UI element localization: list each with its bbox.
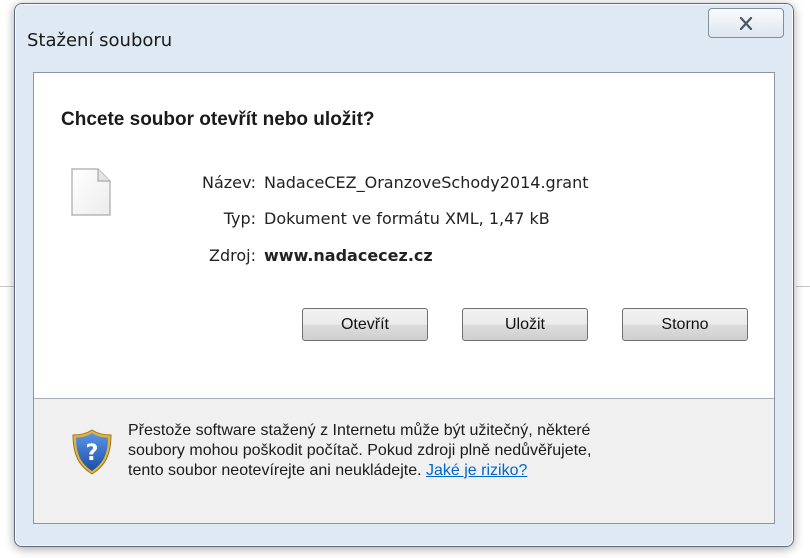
window-title: Stažení souboru [27, 30, 173, 51]
warning-line-3-text: tento soubor neotevírejte ani neukládejt… [128, 462, 422, 479]
security-warning-text: Přestože software stažený z Internetu mů… [128, 421, 758, 481]
type-label: Typ: [223, 209, 256, 228]
dialog-content: Chcete soubor otevřít nebo uložit? Název… [33, 72, 775, 524]
shield-question-icon: ? [72, 429, 112, 475]
open-button[interactable]: Otevřít [302, 308, 428, 341]
svg-text:?: ? [86, 441, 99, 466]
warning-line-3: tento soubor neotevírejte ani neukládejt… [128, 461, 758, 481]
risk-info-link[interactable]: Jaké je riziko? [426, 462, 527, 479]
security-warning-panel: ? Přestože software stažený z Internetu … [34, 399, 774, 523]
download-dialog-window: Stažení souboru Chcete soubor otevřít ne… [14, 3, 794, 547]
name-value: NadaceCEZ_OranzoveSchody2014.grant [264, 173, 589, 192]
dialog-heading: Chcete soubor otevřít nebo uložit? [61, 109, 375, 130]
warning-line-2: soubory mohou poškodit počítač. Pokud zd… [128, 442, 592, 459]
close-button[interactable] [708, 8, 784, 38]
warning-line-1: Přestože software stažený z Internetu mů… [128, 422, 591, 439]
source-value: www.nadacecez.cz [264, 246, 433, 265]
type-value: Dokument ve formátu XML, 1,47 kB [264, 209, 550, 228]
background-divider-right [796, 286, 810, 287]
cancel-button[interactable]: Storno [622, 308, 748, 341]
blank-document-icon [71, 168, 111, 216]
save-button[interactable]: Uložit [462, 308, 588, 341]
close-x-icon [739, 16, 753, 30]
source-label: Zdroj: [209, 246, 256, 265]
name-label: Název: [202, 173, 256, 192]
